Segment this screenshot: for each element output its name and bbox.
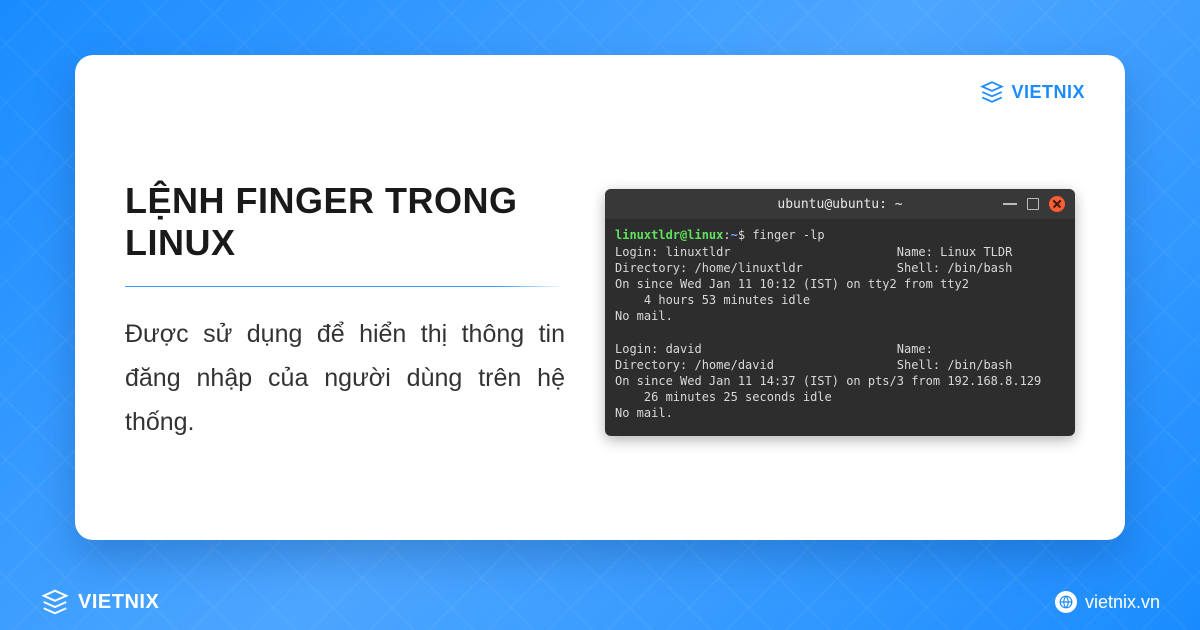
footer-site-text: vietnix.vn [1085, 592, 1160, 613]
terminal-line: Login: david Name: [615, 342, 933, 356]
close-icon[interactable] [1049, 196, 1065, 212]
terminal-line: No mail. [615, 406, 673, 420]
title-divider [125, 286, 565, 287]
terminal-line: On since Wed Jan 11 10:12 (IST) on tty2 … [615, 277, 969, 291]
logo-icon [40, 587, 70, 617]
footer-logo: VIETNIX [40, 587, 159, 617]
terminal-line: Directory: /home/linuxtldr Shell: /bin/b… [615, 261, 1012, 275]
minimize-icon[interactable] [1003, 203, 1017, 205]
footer: VIETNIX vietnix.vn [0, 574, 1200, 630]
terminal-line: 4 hours 53 minutes idle [615, 293, 810, 307]
terminal-body: linuxtldr@linux:~$ finger -lp Login: lin… [605, 219, 1075, 435]
terminal-line: Directory: /home/david Shell: /bin/bash [615, 358, 1012, 372]
terminal-line: No mail. [615, 309, 673, 323]
maximize-icon[interactable] [1027, 198, 1039, 210]
terminal-titlebar: ubuntu@ubuntu: ~ [605, 189, 1075, 219]
globe-icon [1055, 591, 1077, 613]
card-logo: VIETNIX [979, 79, 1085, 105]
terminal-line: 26 minutes 25 seconds idle [615, 390, 832, 404]
terminal-command: finger -lp [752, 228, 824, 242]
terminal-window: ubuntu@ubuntu: ~ linuxtldr@linux:~$ fing… [605, 189, 1075, 435]
footer-site[interactable]: vietnix.vn [1055, 591, 1160, 613]
footer-logo-text: VIETNIX [78, 591, 159, 614]
logo-icon [979, 79, 1005, 105]
terminal-prompt-path: ~ [731, 228, 738, 242]
terminal-window-title: ubuntu@ubuntu: ~ [777, 197, 902, 212]
description: Được sử dụng để hiển thị thông tin đăng … [125, 313, 565, 444]
page-title: LỆNH FINGER TRONG LINUX [125, 180, 565, 264]
terminal-prompt-user: linuxtldr@linux [615, 228, 723, 242]
info-card: VIETNIX LỆNH FINGER TRONG LINUX Được sử … [75, 55, 1125, 540]
terminal-line: On since Wed Jan 11 14:37 (IST) on pts/3… [615, 374, 1041, 388]
terminal-line: Login: linuxtldr Name: Linux TLDR [615, 245, 1012, 259]
card-logo-text: VIETNIX [1011, 82, 1085, 103]
